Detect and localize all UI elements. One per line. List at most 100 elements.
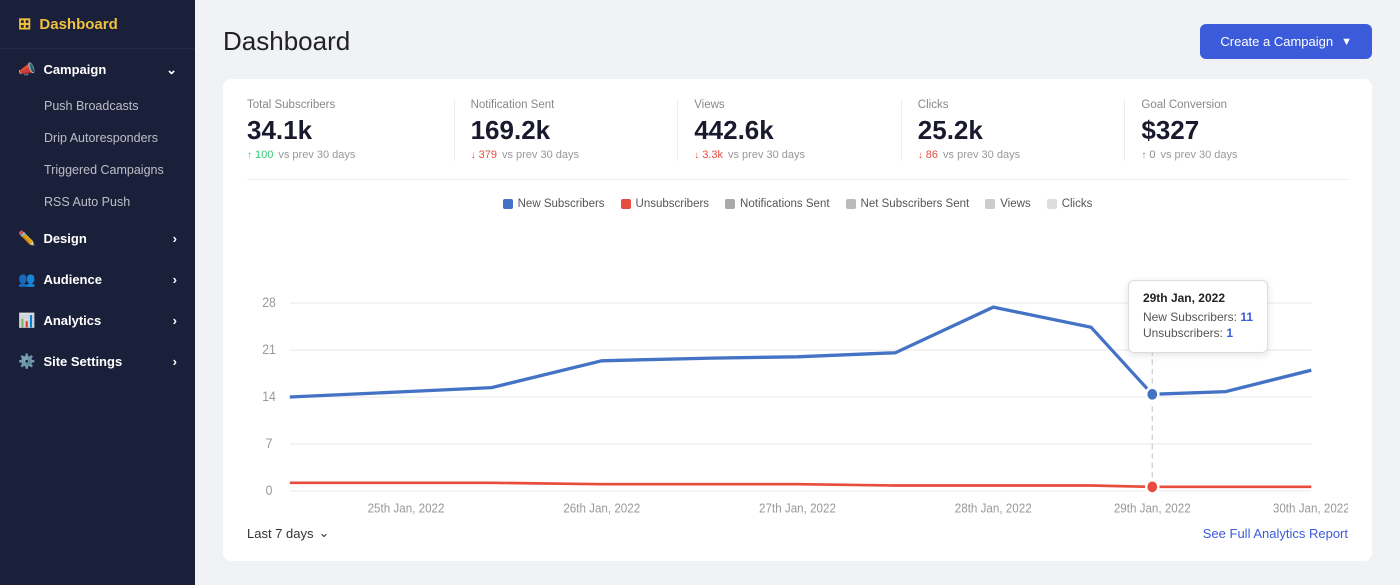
legend-net-subscribers-sent: Net Subscribers Sent (846, 198, 970, 210)
rss-auto-push-label: RSS Auto Push (44, 195, 130, 209)
stat-notification-sent-value: 169.2k (471, 115, 662, 146)
legend-label-net-subscribers-sent: Net Subscribers Sent (861, 198, 970, 210)
stat-notification-sent-label: Notification Sent (471, 99, 662, 111)
sidebar-site-settings-label: Site Settings (43, 354, 122, 369)
create-campaign-button[interactable]: Create a Campaign ▼ (1200, 24, 1372, 59)
stat-total-subscribers-value: 34.1k (247, 115, 438, 146)
stat-clicks: Clicks 25.2k ↓ 86 vs prev 30 days (902, 99, 1126, 161)
sidebar: ⊞ Dashboard 📣 Campaign ⌄ Push Broadcasts… (0, 0, 195, 585)
sidebar-audience-label: Audience (43, 272, 102, 287)
stat-total-subscribers-label: Total Subscribers (247, 99, 438, 111)
stat-views-change: ↓ 3.3k vs prev 30 days (694, 149, 885, 161)
legend-dot-views (985, 199, 995, 209)
chevron-right-icon: › (173, 231, 177, 246)
main-content: Dashboard Create a Campaign ▼ Total Subs… (195, 0, 1400, 585)
sidebar-analytics-label: Analytics (43, 313, 101, 328)
svg-text:27th Jan, 2022: 27th Jan, 2022 (759, 501, 836, 515)
stat-views-label: Views (694, 99, 885, 111)
sidebar-item-analytics[interactable]: 📊 Analytics › (0, 300, 195, 341)
audience-icon: 👥 (18, 271, 35, 288)
sidebar-campaign-label: Campaign (43, 62, 106, 77)
chart-legend: New Subscribers Unsubscribers Notificati… (247, 198, 1348, 210)
stat-views-value: 442.6k (694, 115, 885, 146)
dashboard-card: Total Subscribers 34.1k ↑ 100 vs prev 30… (223, 79, 1372, 561)
legend-clicks: Clicks (1047, 198, 1093, 210)
chevron-right-icon-4: › (173, 354, 177, 369)
legend-views: Views (985, 198, 1030, 210)
design-icon: ✏️ (18, 230, 35, 247)
legend-new-subscribers: New Subscribers (503, 198, 605, 210)
chevron-down-icon: ⌄ (166, 62, 177, 78)
legend-dot-unsubscribers (621, 199, 631, 209)
stat-total-subscribers-change: ↑ 100 vs prev 30 days (247, 149, 438, 161)
chart-svg: 0 7 14 21 28 25th Jan, 2022 26th Jan, 20… (247, 220, 1348, 515)
svg-text:21: 21 (262, 342, 276, 358)
legend-dot-net-subscribers-sent (846, 199, 856, 209)
stat-views: Views 442.6k ↓ 3.3k vs prev 30 days (678, 99, 902, 161)
svg-text:26th Jan, 2022: 26th Jan, 2022 (563, 501, 640, 515)
stat-goal-conversion: Goal Conversion $327 ↑ 0 vs prev 30 days (1125, 99, 1348, 161)
arrow-down-icon-1: ↓ (471, 150, 476, 161)
sidebar-logo[interactable]: ⊞ Dashboard (0, 0, 195, 49)
arrow-down-icon-2: ↓ (694, 150, 699, 161)
see-full-analytics-report-link[interactable]: See Full Analytics Report (1203, 526, 1348, 541)
stat-clicks-change: ↓ 86 vs prev 30 days (918, 149, 1109, 161)
sidebar-logo-label: Dashboard (39, 16, 117, 33)
legend-unsubscribers: Unsubscribers (621, 198, 710, 210)
sidebar-item-design[interactable]: ✏️ Design › (0, 218, 195, 259)
stat-goal-conversion-value: $327 (1141, 115, 1332, 146)
svg-text:25th Jan, 2022: 25th Jan, 2022 (368, 501, 445, 515)
time-filter-label: Last 7 days (247, 526, 314, 541)
svg-text:7: 7 (266, 435, 273, 451)
sidebar-item-triggered-campaigns[interactable]: Triggered Campaigns (0, 154, 195, 186)
stat-notification-sent: Notification Sent 169.2k ↓ 379 vs prev 3… (455, 99, 679, 161)
settings-icon: ⚙️ (18, 353, 35, 370)
campaign-icon: 📣 (18, 61, 35, 78)
svg-text:28: 28 (262, 295, 276, 311)
sidebar-item-site-settings[interactable]: ⚙️ Site Settings › (0, 341, 195, 382)
time-filter[interactable]: Last 7 days ⌄ (247, 525, 329, 541)
legend-label-views: Views (1000, 198, 1030, 210)
page-title: Dashboard (223, 26, 350, 57)
time-filter-chevron-icon: ⌄ (319, 525, 330, 541)
svg-text:0: 0 (266, 482, 273, 498)
dashboard-icon: ⊞ (18, 14, 31, 34)
sidebar-item-rss-auto-push[interactable]: RSS Auto Push (0, 186, 195, 218)
drip-autoresponders-label: Drip Autoresponders (44, 131, 158, 145)
sidebar-design-label: Design (43, 231, 86, 246)
stat-clicks-label: Clicks (918, 99, 1109, 111)
chevron-right-icon-2: › (173, 272, 177, 287)
legend-label-clicks: Clicks (1062, 198, 1093, 210)
stat-clicks-value: 25.2k (918, 115, 1109, 146)
create-campaign-chevron-icon: ▼ (1341, 36, 1352, 48)
stat-notification-sent-change: ↓ 379 vs prev 30 days (471, 149, 662, 161)
sidebar-section-campaign: 📣 Campaign ⌄ Push Broadcasts Drip Autore… (0, 49, 195, 218)
sidebar-item-drip-autoresponders[interactable]: Drip Autoresponders (0, 122, 195, 154)
svg-text:29th Jan, 2022: 29th Jan, 2022 (1114, 501, 1191, 515)
create-campaign-label: Create a Campaign (1220, 34, 1333, 49)
triggered-campaigns-label: Triggered Campaigns (44, 163, 164, 177)
analytics-icon: 📊 (18, 312, 35, 329)
sidebar-item-audience[interactable]: 👥 Audience › (0, 259, 195, 300)
legend-label-new-subscribers: New Subscribers (518, 198, 605, 210)
legend-label-unsubscribers: Unsubscribers (636, 198, 710, 210)
legend-dot-notifications-sent (725, 199, 735, 209)
svg-text:14: 14 (262, 388, 276, 404)
stats-row: Total Subscribers 34.1k ↑ 100 vs prev 30… (247, 99, 1348, 180)
push-broadcasts-label: Push Broadcasts (44, 99, 139, 113)
sidebar-item-campaign[interactable]: 📣 Campaign ⌄ (0, 49, 195, 90)
stat-goal-conversion-label: Goal Conversion (1141, 99, 1332, 111)
legend-dot-clicks (1047, 199, 1057, 209)
legend-label-notifications-sent: Notifications Sent (740, 198, 830, 210)
svg-text:30th Jan, 2022: 30th Jan, 2022 (1273, 501, 1348, 515)
arrow-down-icon-3: ↓ (918, 150, 923, 161)
legend-dot-new-subscribers (503, 199, 513, 209)
sidebar-item-push-broadcasts[interactable]: Push Broadcasts (0, 90, 195, 122)
chevron-right-icon-3: › (173, 313, 177, 328)
chart-bottom: Last 7 days ⌄ See Full Analytics Report (247, 525, 1348, 541)
main-header: Dashboard Create a Campaign ▼ (223, 24, 1372, 59)
stat-total-subscribers: Total Subscribers 34.1k ↑ 100 vs prev 30… (247, 99, 455, 161)
stat-goal-conversion-change: ↑ 0 vs prev 30 days (1141, 149, 1332, 161)
arrow-up-icon: ↑ (247, 150, 252, 161)
arrow-neutral-icon: ↑ (1141, 150, 1146, 161)
